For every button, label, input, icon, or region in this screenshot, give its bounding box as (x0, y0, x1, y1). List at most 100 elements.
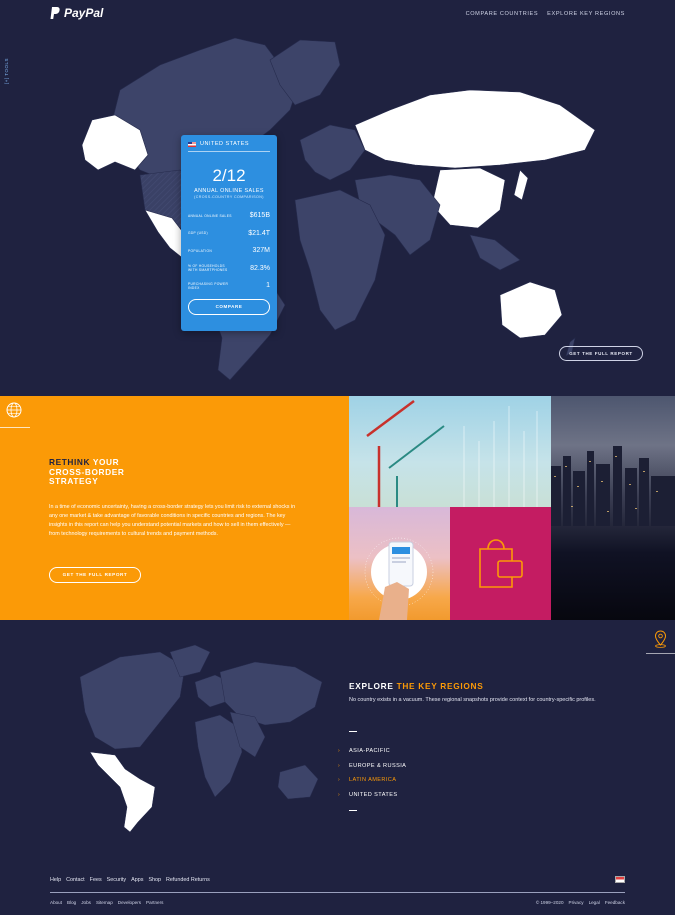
region-item-latin-america[interactable]: › LATIN AMERICA (338, 773, 406, 788)
country-card: UNITED STATES 2/12 ANNUAL ONLINE SALES (… (181, 135, 277, 331)
stat-row: POPULATION 327M (188, 242, 270, 260)
map-china[interactable] (431, 167, 506, 229)
divider-dash (349, 731, 357, 732)
footer-link-blog[interactable]: Blog (67, 900, 76, 905)
region-map-australia[interactable] (277, 764, 319, 800)
cranes-illustration (366, 399, 538, 507)
stat-label: ANNUAL ONLINE SALES (188, 213, 232, 218)
headline-rest: CROSS-BORDER STRATEGY (49, 466, 125, 486)
card-country-name: UNITED STATES (200, 141, 250, 147)
copyright: © 1999–2020 (535, 900, 564, 905)
us-flag-icon (188, 141, 196, 147)
stat-label: PURCHASING POWER INDEX (188, 281, 229, 290)
phone-photo (349, 507, 450, 620)
get-full-report-button[interactable]: GET THE FULL REPORT (49, 567, 141, 583)
stat-value: 82.3% (250, 264, 270, 272)
card-stats: ANNUAL ONLINE SALES $615B GDP (USD) $21.… (188, 207, 270, 295)
nav-explore-key-regions[interactable]: EXPLORE KEY REGIONS (547, 11, 625, 17)
region-label: LATIN AMERICA (349, 777, 397, 784)
footer-link-refunded-returns[interactable]: Refunded Returns (166, 877, 210, 883)
footer-link-help[interactable]: Help (50, 877, 61, 883)
map-australia[interactable] (499, 281, 563, 339)
stat-row: PURCHASING POWER INDEX 1 (188, 277, 270, 295)
cranes-photo (349, 396, 551, 507)
stat-value: 327M (252, 247, 270, 255)
globe-icon (6, 402, 22, 418)
map-africa[interactable] (294, 189, 386, 331)
map-russia[interactable] (354, 89, 596, 169)
location-tab (646, 624, 675, 654)
footer-link-apps[interactable]: Apps (131, 877, 143, 883)
region-item-united-states[interactable]: › UNITED STATES (338, 788, 406, 803)
footer-link-privacy[interactable]: Privacy (569, 900, 584, 905)
shopping-bag-icon (479, 539, 523, 588)
footer-secondary-links: About Blog Jobs Sitemap Developers Partn… (50, 900, 163, 905)
globe-tab (0, 396, 30, 428)
arrow-icon: › (338, 762, 341, 769)
footer-link-fees[interactable]: Fees (90, 877, 102, 883)
brand-name: PayPal (64, 6, 104, 20)
stat-label: GDP (USD) (188, 231, 208, 236)
explore-title-highlight: THE KEY REGIONS (396, 681, 484, 691)
map-southeast-asia[interactable] (469, 234, 521, 271)
footer-link-feedback[interactable]: Feedback (605, 900, 625, 905)
location-pin-icon (654, 630, 667, 648)
card-rank: 2/12 (212, 166, 246, 185)
divider-dash (349, 810, 357, 811)
stat-label: % OF HOUSEHOLDS WITH SMARTPHONES (188, 264, 228, 273)
footer-link-sitemap[interactable]: Sitemap (96, 900, 113, 905)
region-label: ASIA-PACIFIC (349, 748, 391, 755)
paypal-p-icon (50, 6, 60, 19)
card-rank-sub: (CROSS-COUNTRY COMPARISON) (194, 195, 264, 199)
arrow-icon: › (338, 791, 341, 798)
nav-compare-countries[interactable]: COMPARE COUNTRIES (466, 11, 539, 17)
compare-button[interactable]: COMPARE (188, 298, 270, 315)
region-item-asia-pacific[interactable]: › ASIA-PACIFIC (338, 744, 406, 759)
card-rank-label: ANNUAL ONLINE SALES (194, 188, 264, 194)
footer-link-about[interactable]: About (50, 900, 62, 905)
stat-row: % OF HOUSEHOLDS WITH SMARTPHONES 82.3% (188, 260, 270, 278)
footer-link-security[interactable]: Security (107, 877, 126, 883)
stat-value: $615B (249, 212, 270, 220)
explore-title-word: EXPLORE (349, 681, 394, 691)
map-japan[interactable] (513, 169, 529, 201)
paypal-logo[interactable]: PayPal (50, 6, 103, 20)
stat-row: ANNUAL ONLINE SALES $615B (188, 207, 270, 225)
footer-divider (50, 892, 625, 893)
card-header: UNITED STATES (188, 141, 270, 152)
explore-description: No country exists in a vacuum. These reg… (349, 697, 596, 703)
footer-link-legal[interactable]: Legal (589, 900, 600, 905)
stat-row: GDP (USD) $21.4T (188, 225, 270, 243)
stat-value: $21.4T (248, 229, 270, 237)
shopping-bag-tile (450, 507, 551, 620)
footer-link-contact[interactable]: Contact (66, 877, 85, 883)
stat-label: POPULATION (188, 248, 213, 253)
region-list: › ASIA-PACIFIC › EUROPE & RUSSIA › LATIN… (338, 744, 406, 802)
footer-link-jobs[interactable]: Jobs (81, 900, 91, 905)
headline-word-rethink: RETHINK (49, 457, 91, 467)
footer-link-partners[interactable]: Partners (146, 900, 163, 905)
stat-value: 1 (266, 282, 270, 290)
footer-link-shop[interactable]: Shop (148, 877, 161, 883)
top-nav: COMPARE COUNTRIES EXPLORE KEY REGIONS (466, 11, 625, 17)
footer-link-developers[interactable]: Developers (118, 900, 141, 905)
city-skyline-illustration (551, 446, 675, 526)
region-item-europe-russia[interactable]: › EUROPE & RUSSIA (338, 759, 406, 774)
city-night-photo (551, 396, 675, 620)
arrow-icon: › (338, 777, 341, 784)
map-europe[interactable] (299, 124, 366, 181)
footer-legal: © 1999–2020 Privacy Legal Feedback (536, 900, 625, 905)
region-label: UNITED STATES (349, 791, 398, 798)
rethink-body: In a time of economic uncertainty, havin… (49, 504, 296, 537)
arrow-icon: › (338, 748, 341, 755)
world-map (81, 37, 596, 381)
region-map-north-america[interactable] (79, 651, 186, 750)
hand-phone-illustration (364, 537, 434, 620)
footer-primary-links: Help Contact Fees Security Apps Shop Ref… (50, 877, 210, 883)
region-map-latin-america[interactable] (89, 751, 156, 833)
get-full-report-button-hero[interactable]: GET THE FULL REPORT (559, 346, 643, 361)
region-label: EUROPE & RUSSIA (349, 762, 407, 769)
explore-title: EXPLORE THE KEY REGIONS (349, 681, 483, 691)
country-flag-icon[interactable] (615, 876, 625, 883)
regions-map (79, 644, 323, 833)
